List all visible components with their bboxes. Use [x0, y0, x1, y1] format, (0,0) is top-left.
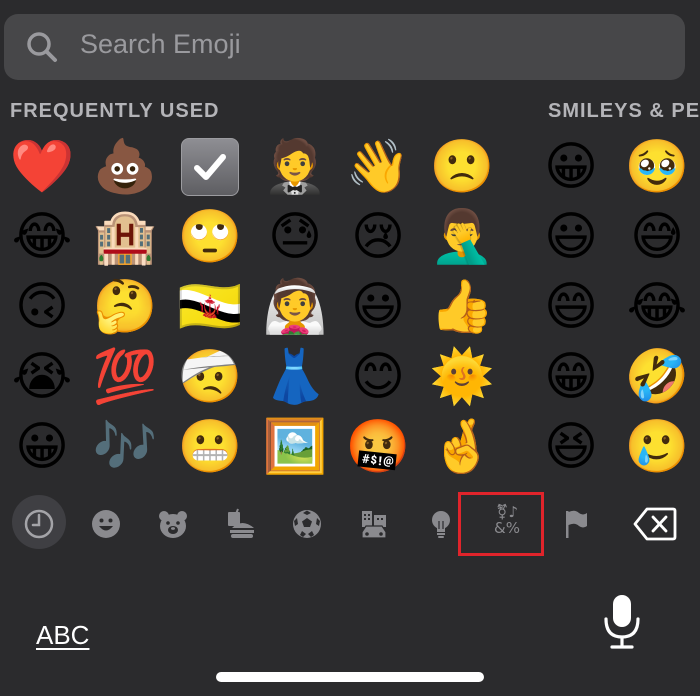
emoji-frequent[interactable]: 😢	[345, 204, 411, 270]
home-indicator	[216, 672, 484, 682]
lightbulb-icon[interactable]	[425, 508, 457, 540]
emoji-frequent[interactable]: 😬	[177, 414, 243, 480]
emoji-frequent[interactable]: 💩	[92, 134, 158, 200]
clock-icon[interactable]	[23, 508, 55, 540]
flag-icon[interactable]	[559, 508, 591, 540]
emoji-smiley[interactable]: 😆	[538, 414, 604, 480]
emoji-smiley[interactable]: 😅	[624, 204, 690, 270]
emoji-smiley[interactable]: 🥲	[624, 414, 690, 480]
soccer-ball-icon[interactable]	[291, 508, 323, 540]
emoji-frequent[interactable]: 😭	[9, 344, 75, 410]
emoji-frequent[interactable]: 🤵	[262, 134, 328, 200]
emoji-smiley[interactable]: 🤣	[624, 344, 690, 410]
emoji-frequent[interactable]: 🤦‍♂️	[429, 204, 495, 270]
emoji-frequent[interactable]: 🙁	[429, 134, 495, 200]
emoji-frequent[interactable]: 💯	[92, 344, 158, 410]
emoji-frequent[interactable]: 👍	[429, 274, 495, 340]
emoji-frequent[interactable]: 🎶	[92, 414, 158, 480]
emoji-frequent[interactable]: 😓	[262, 204, 328, 270]
emoji-frequent[interactable]: 😂	[9, 204, 75, 270]
emoji-smiley[interactable]: 😁	[538, 344, 604, 410]
emoji-frequent[interactable]: 🤬	[345, 414, 411, 480]
emoji-smiley[interactable]: 😀	[538, 134, 604, 200]
buildings-car-icon[interactable]	[358, 508, 390, 540]
category-bar: ⚧♪ &%	[0, 490, 700, 550]
emoji-smiley[interactable]: 😂	[624, 274, 690, 340]
emoji-frequent[interactable]: 🤞	[429, 414, 495, 480]
emoji-frequent[interactable]: 🏨	[92, 204, 158, 270]
highlight-box	[458, 492, 544, 556]
emoji-frequent[interactable]: 👗	[262, 344, 328, 410]
emoji-frequent[interactable]: ❤️	[9, 134, 75, 200]
emoji-frequent[interactable]: 🤕	[177, 344, 243, 410]
emoji-frequent[interactable]: 😃	[345, 274, 411, 340]
emoji-frequent[interactable]: 🙄	[177, 204, 243, 270]
emoji-frequent[interactable]: 👋	[345, 134, 411, 200]
emoji-frequent[interactable]: 🤔	[92, 274, 158, 340]
emoji-smiley[interactable]: 😃	[538, 204, 604, 270]
emoji-grid: ❤️ 💩 🤵 👋 🙁 😂 🏨 🙄 😓 😢 🤦‍♂️ 🙃 🤔 🇧🇳 👰 😃 👍 😭 💯 🤕 👗 😊 🌞 😀 🎶 😬 🖼️ 🤬 🤞 😀 🥹 😃 😅 😄…	[0, 0, 700, 696]
emoji-frequent[interactable]: 😀	[9, 414, 75, 480]
emoji-smiley[interactable]: 🥹	[624, 134, 690, 200]
emoji-frequent[interactable]: 🇧🇳	[177, 274, 243, 340]
emoji-frequent[interactable]: 😊	[345, 344, 411, 410]
bear-icon[interactable]	[157, 508, 189, 540]
microphone-icon[interactable]	[602, 593, 642, 651]
backspace-icon[interactable]	[633, 506, 677, 542]
emoji-frequent[interactable]: 🙃	[9, 274, 75, 340]
smiley-icon[interactable]	[90, 508, 122, 540]
emoji-frequent[interactable]: 👰	[262, 274, 328, 340]
abc-button[interactable]: ABC	[36, 620, 89, 651]
emoji-smiley[interactable]: 😄	[538, 274, 604, 340]
emoji-check-mark[interactable]	[181, 138, 239, 196]
burger-icon[interactable]	[224, 508, 256, 540]
emoji-frequent[interactable]: 🖼️	[262, 414, 328, 480]
emoji-frequent[interactable]: 🌞	[429, 344, 495, 410]
